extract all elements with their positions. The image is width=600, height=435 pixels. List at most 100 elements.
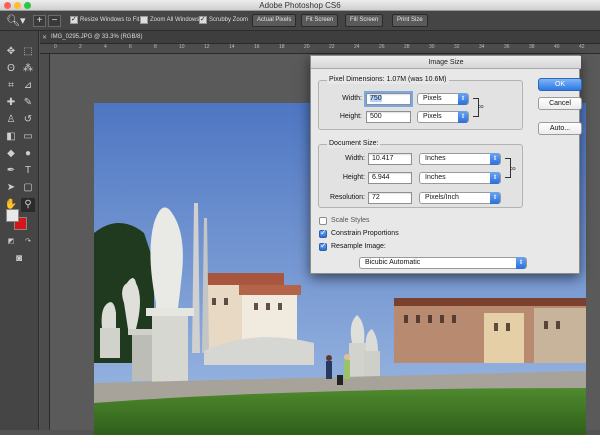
ruler-tick-label: 24 xyxy=(354,44,360,50)
type-tool-icon[interactable]: T xyxy=(21,164,35,178)
select-arrows-icon: ⇕ xyxy=(516,257,526,269)
resample-image-checkbox[interactable] xyxy=(319,241,327,251)
dodge-tool-icon[interactable]: ● xyxy=(21,147,35,161)
zoom-all-windows-checkbox[interactable] xyxy=(140,16,148,24)
vertical-ruler[interactable] xyxy=(40,54,50,430)
pixel-height-label: Height: xyxy=(339,113,362,120)
print-size-button[interactable]: Print Size xyxy=(392,14,428,27)
zoom-tool-panel-icon[interactable]: ⚲ xyxy=(21,198,35,212)
ruler-tick-label: 8 xyxy=(154,44,157,50)
pixel-width-input[interactable]: 750 xyxy=(364,91,413,107)
gradient-tool-icon[interactable]: ▭ xyxy=(21,130,35,144)
zoom-tool-icon[interactable]: 🔍︎▾ xyxy=(6,14,26,28)
resample-method-select[interactable]: Bicubic Automatic ⇕ xyxy=(359,257,527,269)
pixel-width-value: 750 xyxy=(370,95,382,102)
healing-brush-tool-icon[interactable]: ✚ xyxy=(4,96,18,110)
app-title: Adobe Photoshop CS6 xyxy=(259,1,341,10)
fit-screen-button[interactable]: Fit Screen xyxy=(301,14,339,27)
resize-windows-label: Resize Windows to Fit xyxy=(80,17,140,23)
ruler-tick-label: 10 xyxy=(179,44,185,50)
ruler-tick-label: 14 xyxy=(229,44,235,50)
brush-tool-icon[interactable]: ✎ xyxy=(21,96,35,110)
eraser-tool-icon[interactable]: ◧ xyxy=(4,130,18,144)
ruler-tick-label: 28 xyxy=(404,44,410,50)
default-colors-icon[interactable]: ◩ xyxy=(4,235,18,249)
ruler-tick-label: 18 xyxy=(279,44,285,50)
constrain-proportions-label: Constrain Proportions xyxy=(331,230,399,237)
pixel-height-input[interactable]: 500 xyxy=(366,111,411,123)
history-brush-tool-icon[interactable]: ↺ xyxy=(21,113,35,127)
tools-panel: ✥ ⬚ ʘ ⁂ ⌗ ⊿ ✚ ✎ ♙ ↺ ◧ ▭ ◆ ● ✒ T ➤ ▢ ✋ ⚲ … xyxy=(0,31,39,430)
pixel-width-unit-value: Pixels xyxy=(423,95,442,102)
ruler-tick-label: 30 xyxy=(429,44,435,50)
magic-wand-tool-icon[interactable]: ⁂ xyxy=(21,62,35,76)
doc-height-unit-value: Inches xyxy=(425,174,446,181)
doc-width-unit-value: Inches xyxy=(425,155,446,162)
swap-colors-icon[interactable]: ↷ xyxy=(21,235,35,249)
resample-method-value: Bicubic Automatic xyxy=(365,259,421,266)
pixel-dimensions-value: 1.07M (was 10.6M) xyxy=(386,76,447,83)
ruler-tick-label: 40 xyxy=(554,44,560,50)
resolution-unit-select[interactable]: Pixels/Inch ⇕ xyxy=(419,192,501,204)
ruler-tick-label: 12 xyxy=(204,44,210,50)
select-arrows-icon: ⇕ xyxy=(458,93,468,105)
doc-height-unit-select[interactable]: Inches ⇕ xyxy=(419,172,501,184)
doc-height-input[interactable]: 6.944 xyxy=(368,172,412,184)
doc-width-unit-select[interactable]: Inches ⇕ xyxy=(419,153,501,165)
ruler-tick-label: 22 xyxy=(329,44,335,50)
foreground-color-swatch[interactable] xyxy=(6,209,19,222)
cancel-button[interactable]: Cancel xyxy=(538,97,582,110)
image-size-dialog: Image Size Pixel Dimensions: 1.07M (was … xyxy=(310,55,582,274)
scale-styles-checkbox[interactable] xyxy=(319,217,327,225)
doc-width-label: Width: xyxy=(345,155,365,162)
select-arrows-icon: ⇕ xyxy=(458,111,468,123)
pen-tool-icon[interactable]: ✒ xyxy=(4,164,18,178)
ruler-tick-label: 34 xyxy=(479,44,485,50)
close-tab-icon[interactable]: ✕ xyxy=(42,34,47,41)
scale-styles-label: Scale Styles xyxy=(331,217,370,224)
marquee-tool-icon[interactable]: ⬚ xyxy=(21,45,35,59)
resize-windows-checkbox[interactable] xyxy=(70,15,78,24)
zoom-out-button[interactable]: − xyxy=(48,15,61,27)
ruler-tick-label: 4 xyxy=(104,44,107,50)
ruler-tick-label: 32 xyxy=(454,44,460,50)
ruler-tick-label: 26 xyxy=(379,44,385,50)
chain-link-icon: ∞ xyxy=(478,102,484,111)
clone-stamp-tool-icon[interactable]: ♙ xyxy=(4,113,18,127)
lasso-tool-icon[interactable]: ʘ xyxy=(4,62,18,76)
horizontal-ruler[interactable]: 0 2 4 6 8 10 12 14 16 18 20 22 24 26 28 30 32 34 36 38 40 42 xyxy=(40,44,600,54)
window-titlebar: Adobe Photoshop CS6 xyxy=(0,0,600,11)
zoom-all-windows-label: Zoom All Windows xyxy=(150,17,200,23)
scrubby-zoom-checkbox[interactable] xyxy=(199,15,207,24)
quick-mask-icon[interactable]: ◙ xyxy=(12,252,26,266)
options-bar: 🔍︎▾ + − Resize Windows to Fit Zoom All W… xyxy=(0,11,600,31)
pixel-height-unit-value: Pixels xyxy=(423,113,442,120)
doc-chain-link-icon: ∞ xyxy=(510,164,516,173)
ruler-tick-label: 20 xyxy=(304,44,310,50)
move-tool-icon[interactable]: ✥ xyxy=(4,45,18,59)
document-tab-title: IMG_0295.JPG @ 33.3% (RGB/8) xyxy=(51,34,143,40)
select-arrows-icon: ⇕ xyxy=(490,153,500,165)
ok-button[interactable]: OK xyxy=(538,78,582,91)
document-tab[interactable]: ✕ IMG_0295.JPG @ 33.3% (RGB/8) xyxy=(40,31,600,44)
fill-screen-button[interactable]: Fill Screen xyxy=(345,14,384,27)
blur-tool-icon[interactable]: ◆ xyxy=(4,147,18,161)
resolution-input[interactable]: 72 xyxy=(368,192,412,204)
path-selection-tool-icon[interactable]: ➤ xyxy=(4,181,18,195)
actual-pixels-button[interactable]: Actual Pixels xyxy=(252,14,297,27)
eyedropper-tool-icon[interactable]: ⊿ xyxy=(21,79,35,93)
auto-button[interactable]: Auto... xyxy=(538,122,582,135)
resolution-label: Resolution: xyxy=(329,194,365,201)
doc-width-input[interactable]: 10.417 xyxy=(368,153,412,165)
dialog-title: Image Size xyxy=(311,56,581,69)
ruler-tick-label: 6 xyxy=(129,44,132,50)
document-size-label: Document Size: xyxy=(327,139,381,148)
constrain-proportions-checkbox[interactable] xyxy=(319,228,327,238)
shape-tool-icon[interactable]: ▢ xyxy=(21,181,35,195)
pixel-height-unit-select[interactable]: Pixels ⇕ xyxy=(417,111,469,123)
zoom-in-button[interactable]: + xyxy=(33,15,46,27)
crop-tool-icon[interactable]: ⌗ xyxy=(4,79,18,93)
pixel-width-unit-select[interactable]: Pixels ⇕ xyxy=(417,93,469,105)
ruler-tick-label: 38 xyxy=(529,44,535,50)
resolution-unit-value: Pixels/Inch xyxy=(425,194,459,201)
